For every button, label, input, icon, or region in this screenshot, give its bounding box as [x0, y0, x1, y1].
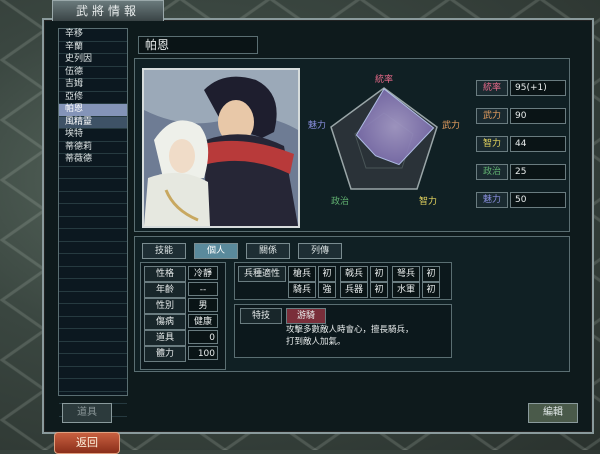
personal-label: 年齡 [144, 282, 186, 298]
personal-value: 男 [188, 298, 218, 312]
aptitude-unit: 戟兵 [340, 266, 368, 282]
general-list-item[interactable]: 亞修 [59, 92, 127, 104]
personal-label: 體力 [144, 346, 186, 362]
general-list-item[interactable]: 史列因 [59, 54, 127, 67]
tab-3[interactable]: 列傳 [298, 243, 342, 259]
radar-label-intel: 智力 [419, 195, 437, 207]
aptitude-unit: 水軍 [392, 282, 420, 298]
aptitude-grade: 強 [318, 282, 336, 298]
aptitude-grade: 初 [370, 282, 388, 298]
general-list-item[interactable]: 伍德 [59, 67, 127, 79]
general-list-item[interactable]: 辛移 [59, 29, 127, 42]
stat-value: 95(+1) [510, 80, 566, 96]
general-name: 帕恩 [138, 36, 258, 54]
general-list-item[interactable] [59, 204, 127, 217]
general-list-item[interactable] [59, 254, 127, 267]
skill-description-line1: 攻擊多數敵人時會心，擅長騎兵， [286, 325, 414, 335]
general-list-item[interactable] [59, 179, 127, 192]
tab-0[interactable]: 技能 [142, 243, 186, 259]
radar-label-force: 武力 [442, 119, 460, 131]
aptitude-grade: 初 [422, 282, 440, 298]
general-list-item[interactable] [59, 342, 127, 354]
general-list-item[interactable] [59, 229, 127, 242]
radar-chart: 統率 武力 智力 政治 魅力 [304, 68, 464, 224]
personal-value: 0 [188, 330, 218, 344]
general-list-item[interactable] [59, 217, 127, 229]
radar-label-lead: 統率 [375, 73, 393, 85]
aptitude-grade: 初 [318, 266, 336, 282]
tab-2[interactable]: 關係 [246, 243, 290, 259]
edit-button[interactable]: 編輯 [528, 403, 578, 423]
personal-label: 性別 [144, 298, 186, 314]
aptitude-grade: 初 [422, 266, 440, 282]
radar-label-politics: 政治 [331, 195, 349, 207]
stat-label: 魅力 [476, 192, 508, 208]
aptitude-unit: 槍兵 [288, 266, 316, 282]
general-list-item[interactable]: 辛蘭 [59, 42, 127, 54]
personal-label: 道具 [144, 330, 186, 346]
general-list-item[interactable] [59, 317, 127, 329]
personal-value: -- [188, 282, 218, 296]
stat-value: 44 [510, 136, 566, 152]
skill-name[interactable]: 游騎 [286, 308, 326, 324]
stat-label: 武力 [476, 108, 508, 124]
aptitude-unit: 兵器 [340, 282, 368, 298]
radar-label-charm: 魅力 [308, 119, 326, 131]
general-list-item[interactable] [59, 329, 127, 342]
stat-label: 統率 [476, 80, 508, 96]
personal-value: 100 [188, 346, 218, 360]
stat-value: 25 [510, 164, 566, 180]
personal-label: 性格 [144, 266, 186, 282]
general-list-item[interactable] [59, 192, 127, 204]
general-list-item[interactable]: 蒂薇德 [59, 154, 127, 167]
skill-description-line2: 打到敵人加氣。 [286, 337, 346, 347]
skill-description: 攻擊多數敵人時會心，擅長騎兵， 打到敵人加氣。 [286, 324, 448, 348]
general-list-item[interactable] [59, 354, 127, 367]
back-button[interactable]: 返回 [54, 432, 120, 454]
general-list: 辛移 辛蘭 史列因 伍德 吉姆 亞修 帕恩 風精靈 埃特 蒂德莉 蒂薇德 [58, 28, 128, 417]
general-list-item[interactable] [59, 242, 127, 254]
general-list-item[interactable] [59, 304, 127, 317]
general-list-item[interactable] [59, 279, 127, 292]
portrait-art [144, 70, 298, 226]
general-portrait [142, 68, 300, 228]
general-list-item[interactable]: 風精靈 [59, 116, 127, 129]
stat-label: 智力 [476, 136, 508, 152]
aptitude-unit: 騎兵 [288, 282, 316, 298]
aptitude-unit: 弩兵 [392, 266, 420, 282]
skill-label: 特技 [240, 308, 282, 324]
general-list-item[interactable]: 帕恩 [59, 104, 127, 117]
item-button[interactable]: 道具 [62, 403, 112, 423]
general-list-item[interactable] [59, 367, 127, 379]
aptitude-grade: 初 [370, 266, 388, 282]
general-list-item[interactable]: 蒂德莉 [59, 142, 127, 154]
general-list-item[interactable] [59, 379, 127, 392]
stat-value: 90 [510, 108, 566, 124]
general-list-item[interactable] [59, 267, 127, 279]
general-list-item[interactable] [59, 167, 127, 179]
general-list-item[interactable]: 埃特 [59, 129, 127, 142]
aptitude-label: 兵種適性 [238, 266, 286, 282]
personal-value: 冷靜 [188, 266, 218, 280]
personal-value: 健康 [188, 314, 218, 328]
stat-label: 政治 [476, 164, 508, 180]
tab-1[interactable]: 個人 [194, 243, 238, 259]
personal-label: 傷病 [144, 314, 186, 330]
window-title: 武將情報 [52, 0, 164, 21]
general-list-item[interactable] [59, 292, 127, 304]
general-list-item[interactable]: 吉姆 [59, 79, 127, 92]
stats-panel: 統率 95(+1) 武力 90 智力 44 政治 25 魅力 50 [476, 80, 566, 220]
stat-value: 50 [510, 192, 566, 208]
